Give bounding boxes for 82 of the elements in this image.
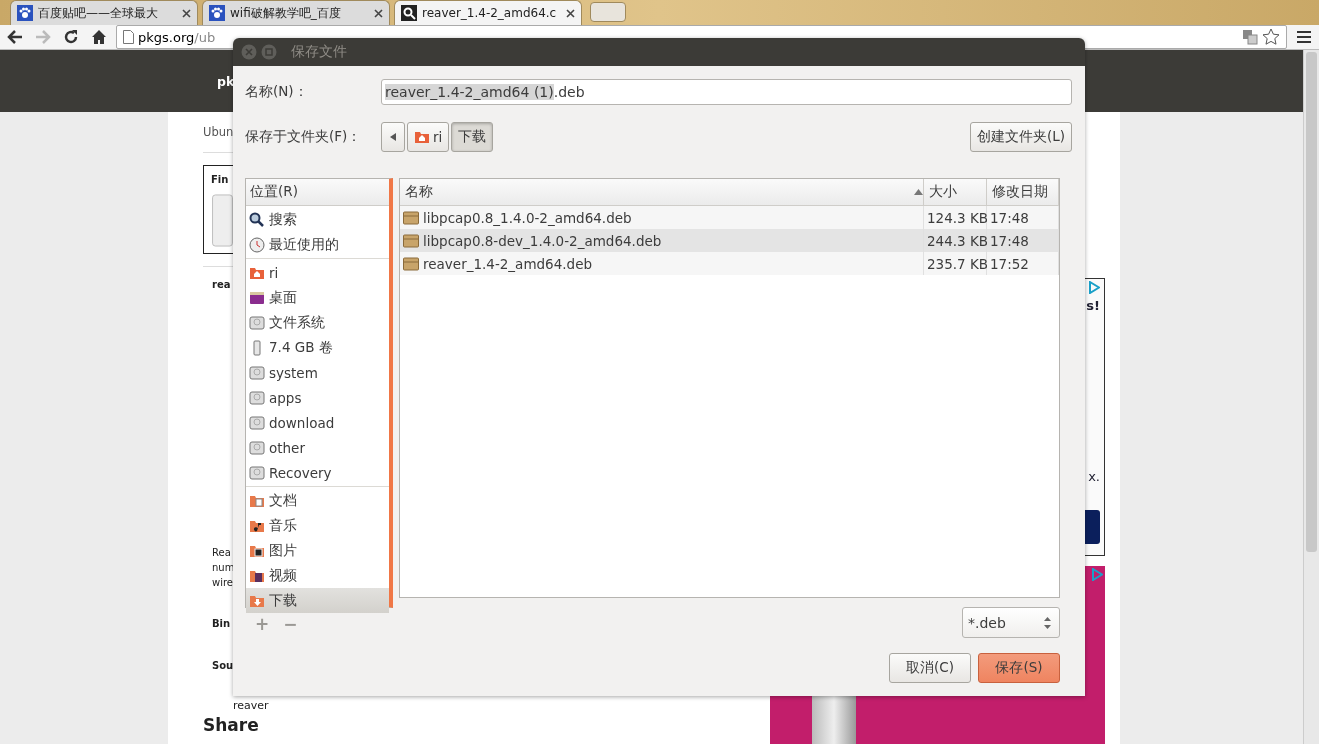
page-text: Share: [203, 714, 259, 736]
field-label: 名称(N)：: [245, 83, 309, 101]
place-item[interactable]: 最近使用的: [246, 232, 389, 257]
place-item[interactable]: ri: [246, 260, 389, 285]
drive-icon: [249, 364, 265, 381]
field-label: 保存于文件夹(F)：: [245, 128, 363, 146]
caret-left-icon: [390, 133, 396, 141]
filter-dropdown[interactable]: *.deb: [962, 607, 1060, 638]
place-item[interactable]: 文件系统: [246, 310, 389, 335]
new-tab-button[interactable]: [590, 2, 626, 22]
drive-icon: [249, 314, 265, 331]
spinner-arrows-icon: [1044, 616, 1051, 629]
scrollbar-thumb[interactable]: [1306, 52, 1317, 552]
link[interactable]: reaver: [203, 698, 269, 714]
close-icon[interactable]: [566, 8, 575, 18]
page-text: Rea: [211, 546, 231, 560]
close-icon[interactable]: [182, 8, 191, 18]
path-button[interactable]: ri: [407, 122, 450, 152]
play-triangle-icon[interactable]: [1088, 281, 1100, 294]
filename-field[interactable]: reaver_1.4-2_amd64 (1).deb: [381, 79, 1072, 105]
package-icon: [403, 233, 419, 248]
place-item[interactable]: 7.4 GB 卷: [246, 335, 389, 360]
cancel-button[interactable]: 取消(C): [889, 653, 971, 683]
file-name-cell[interactable]: libpcap0.8-dev_1.4.0-2_amd64.deb: [400, 229, 924, 252]
drive-icon: [249, 464, 265, 481]
ad-text: s!: [1086, 298, 1100, 313]
page-text: Bin: [211, 617, 231, 631]
page-text: rea: [211, 278, 231, 292]
place-item[interactable]: 图片: [246, 538, 389, 563]
column-header[interactable]: 修改日期: [987, 179, 1059, 206]
close-icon[interactable]: [374, 8, 383, 18]
place-item[interactable]: other: [246, 435, 389, 460]
create-folder-button[interactable]: 创建文件夹(L): [969, 122, 1072, 152]
place-item[interactable]: download: [246, 410, 389, 435]
ad-text: x.: [1088, 469, 1100, 484]
file-size-cell: 235.7 KB: [924, 252, 987, 275]
paw-icon: [209, 5, 225, 21]
file-date-cell: 17:48: [987, 206, 1059, 229]
save-button[interactable]: 保存(S): [978, 653, 1060, 683]
package-icon: [403, 210, 419, 225]
back-button[interactable]: [381, 122, 405, 152]
card-title: Fin: [211, 173, 229, 187]
place-item[interactable]: 下载: [246, 588, 389, 613]
translate-icon[interactable]: [1242, 29, 1258, 45]
browser-tab[interactable]: reaver_1.4-2_amd64.c: [394, 0, 582, 25]
place-item[interactable]: 视频: [246, 563, 389, 588]
search-icon: [401, 5, 417, 21]
description-text: wire: [211, 576, 233, 590]
desktop-icon: [249, 289, 265, 306]
place-item[interactable]: 文档: [246, 488, 389, 513]
column-header[interactable]: 名称: [400, 179, 924, 206]
column-header[interactable]: 位置(R): [246, 179, 389, 206]
place-item[interactable]: apps: [246, 385, 389, 410]
paw-icon: [17, 5, 33, 21]
place-item[interactable]: 音乐: [246, 513, 389, 538]
place-item[interactable]: 搜索: [246, 207, 389, 232]
home-folder-icon: [414, 129, 430, 145]
column-header[interactable]: 大小: [924, 179, 987, 206]
file-name-cell[interactable]: libpcap0.8_1.4.0-2_amd64.deb: [400, 206, 924, 229]
browser-tab[interactable]: 百度贴吧——全球最大: [10, 0, 198, 25]
place-item[interactable]: Recovery: [246, 460, 389, 485]
star-icon[interactable]: [1262, 28, 1280, 46]
place-item[interactable]: system: [246, 360, 389, 385]
file-date-cell: 17:48: [987, 229, 1059, 252]
drive-icon: [249, 439, 265, 456]
search-icon: [249, 211, 265, 228]
site-logo-text: pk: [217, 73, 235, 89]
file-size-cell: 124.3 KB: [924, 206, 987, 229]
path-button[interactable]: 下载: [451, 122, 494, 152]
file-date-cell: 17:52: [987, 252, 1059, 275]
drive-icon: [249, 389, 265, 406]
browser-tab[interactable]: wifi破解教学吧_百度: [202, 0, 390, 25]
file-size-cell: 244.3 KB: [924, 229, 987, 252]
clock-icon: [249, 236, 265, 253]
place-item[interactable]: 桌面: [246, 285, 389, 310]
page-text: Sou: [211, 659, 234, 673]
sort-up-icon: [914, 189, 923, 195]
package-icon: [403, 256, 419, 271]
page-text: Ubun: [203, 124, 234, 140]
drive-icon: [249, 414, 265, 431]
file-name-cell[interactable]: reaver_1.4-2_amd64.deb: [400, 252, 924, 275]
page-icon: [123, 30, 134, 44]
